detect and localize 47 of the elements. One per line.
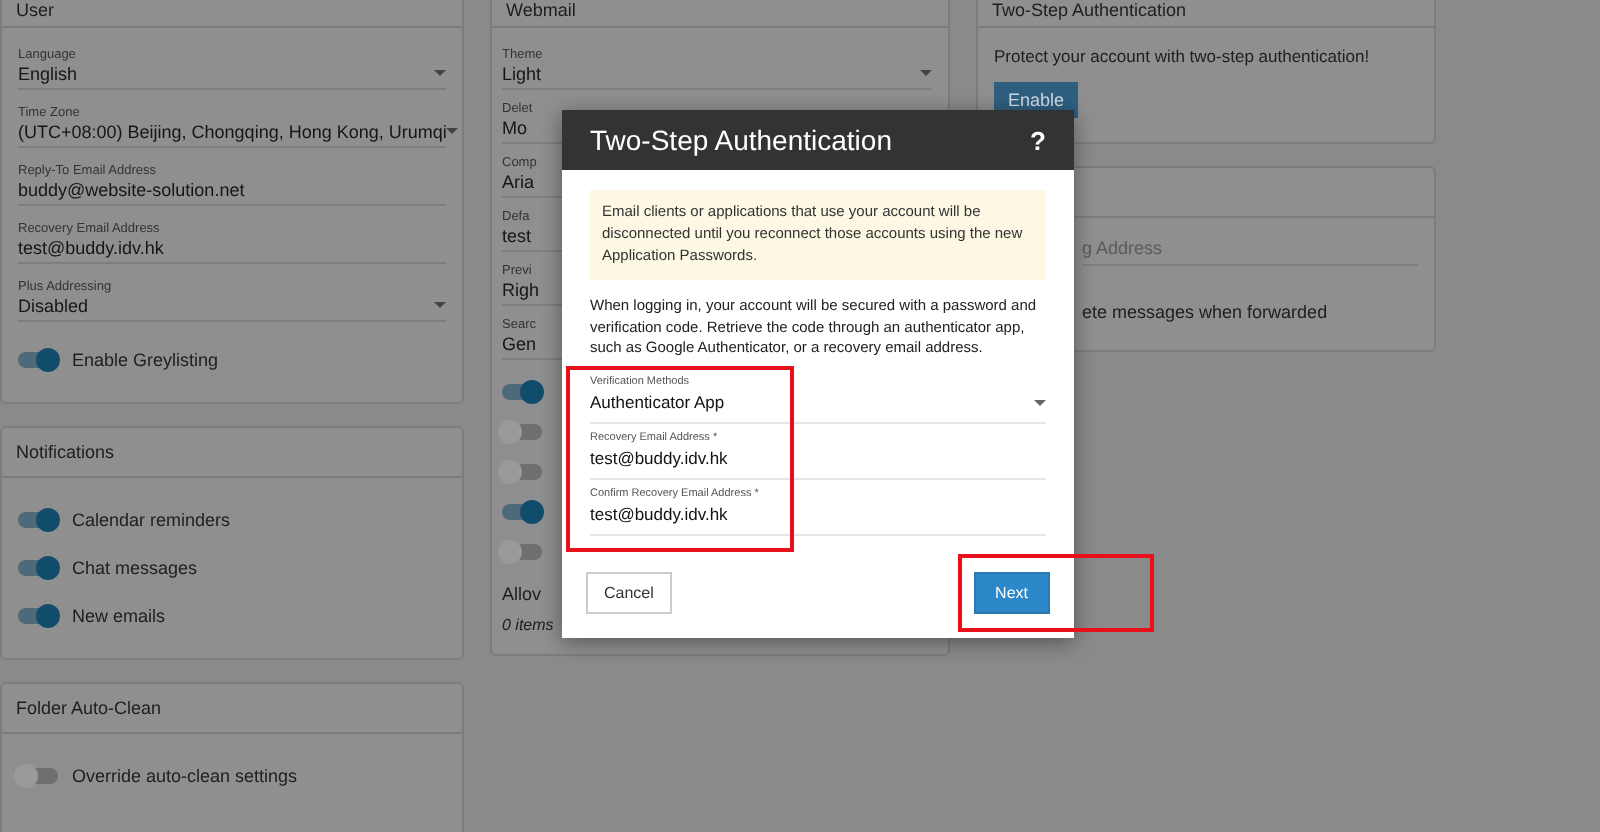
field-value: Aria <box>502 170 535 192</box>
field-value: English <box>18 62 78 84</box>
field-value: test@buddy.idv.hk <box>590 446 728 473</box>
toggle-switch[interactable] <box>18 560 58 576</box>
toggle-switch[interactable] <box>18 352 58 368</box>
toggle-switch[interactable] <box>502 504 542 520</box>
toggle-label: Chat messages <box>72 558 198 578</box>
help-button[interactable]: ? <box>1030 125 1046 155</box>
toggle-switch[interactable] <box>18 768 58 784</box>
dropdown-caret-icon <box>434 302 446 308</box>
toggle-switch[interactable] <box>502 424 542 440</box>
dialog-title: Two-Step Authentication <box>590 124 892 156</box>
next-button[interactable]: Next <box>973 572 1050 615</box>
field-value: buddy@website-solution.net <box>18 178 245 200</box>
field-value: Righ <box>502 278 540 300</box>
toggle-label: Calendar reminders <box>72 510 231 530</box>
cancel-button[interactable]: Cancel <box>586 572 672 615</box>
item-count: 0 items <box>502 616 554 634</box>
panel-title: User <box>2 0 462 28</box>
field-value: Disabled <box>18 294 89 316</box>
panel-title: Notifications <box>2 428 462 478</box>
field-value: Mo <box>502 116 528 138</box>
field-value: test@buddy.idv.hk <box>590 502 728 529</box>
panel-description: Protect your account with two-step authentication! <box>992 44 1372 70</box>
field-value: (UTC+08:00) Beijing, Chongqing, Hong Kong, Urumqi <box>18 120 447 142</box>
panel-title: Folder Auto-Clean <box>2 684 462 734</box>
dropdown-caret-icon <box>446 128 459 134</box>
field-value: Gen <box>502 332 537 354</box>
toggle-switch[interactable] <box>502 464 542 480</box>
field-value: Light <box>502 62 542 84</box>
toggle-switch[interactable] <box>18 608 58 624</box>
dropdown-caret-icon <box>920 70 932 76</box>
panel-title: Webmail <box>492 0 948 28</box>
toggle-label: New emails <box>72 606 166 626</box>
field-value: Authenticator App <box>590 390 725 417</box>
dropdown-caret-icon <box>1034 400 1046 407</box>
panel-title: Two-Step Authentication <box>978 0 1434 28</box>
toggle-switch[interactable] <box>18 512 58 528</box>
toggle-label: Override auto-clean settings <box>72 766 298 786</box>
field-value: test <box>502 224 532 246</box>
toggle-switch[interactable] <box>502 384 542 400</box>
toggle-label: Enable Greylisting <box>72 350 219 370</box>
dropdown-caret-icon <box>434 70 446 76</box>
field-value: test@buddy.idv.hk <box>18 236 164 258</box>
list-label: Allov <box>502 584 542 604</box>
toggle-switch[interactable] <box>502 544 542 560</box>
toggle-label: ete messages when forwarded <box>1082 302 1330 322</box>
